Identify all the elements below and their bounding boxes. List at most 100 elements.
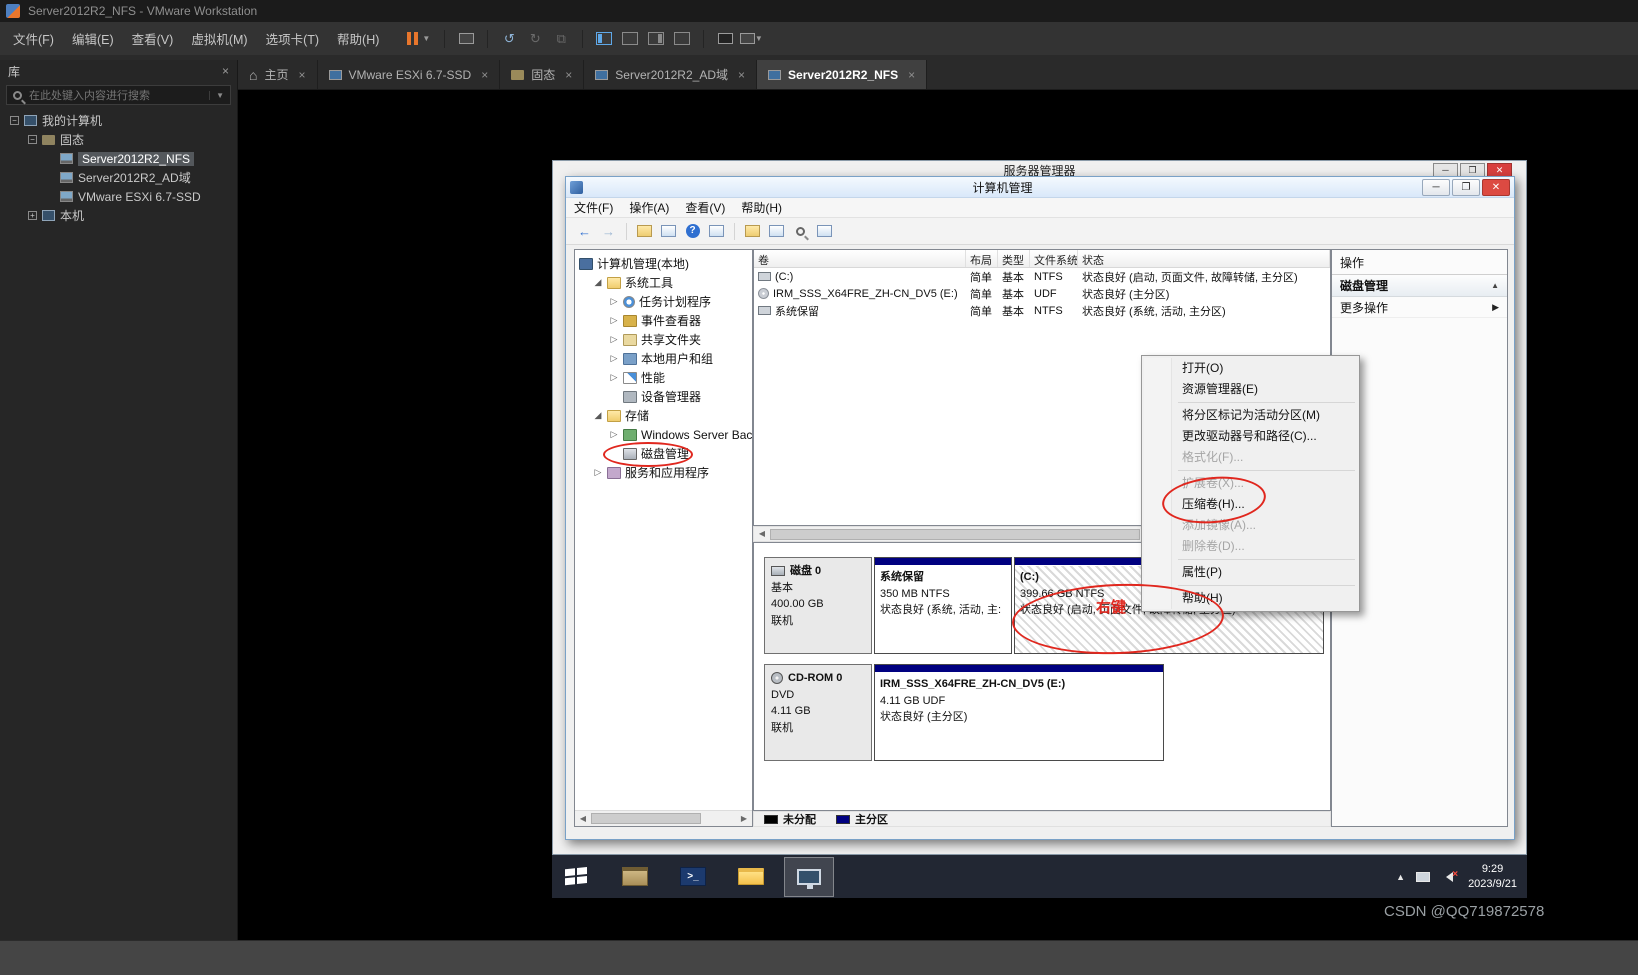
library-search-input[interactable]: 在此处键入内容进行搜索 ▼ (6, 85, 231, 105)
search-dropdown-icon[interactable]: ▼ (209, 90, 224, 100)
partition-system-reserved[interactable]: 系统保留 350 MB NTFS 状态良好 (系统, 活动, 主: (874, 557, 1012, 654)
expander-icon[interactable]: ▷ (609, 334, 619, 345)
cm-titlebar[interactable]: 计算机管理 ─ ❐ ✕ (566, 177, 1514, 198)
expander-icon[interactable]: ▷ (609, 429, 619, 440)
unity-mode-button[interactable] (713, 28, 737, 50)
refresh-icon[interactable] (742, 221, 763, 241)
close-tab-icon[interactable]: × (298, 68, 305, 82)
menu-item-open[interactable]: 打开(O) (1144, 358, 1357, 379)
tab-vmware-esxi[interactable]: VMware ESXi 6.7-SSD × (318, 60, 501, 89)
volume-muted-icon[interactable]: × (1441, 869, 1458, 883)
volume-list-header[interactable]: 卷 布局 类型 文件系统 状态 (754, 250, 1330, 268)
tree-item-gutai[interactable]: − 固态 (0, 130, 237, 149)
expander-icon[interactable]: ▷ (609, 296, 619, 307)
collapse-icon[interactable]: − (10, 116, 19, 125)
settings-icon[interactable] (814, 221, 835, 241)
cm-tree-shared-folders[interactable]: ▷ 共享文件夹 (575, 330, 752, 349)
minimize-button[interactable]: ─ (1433, 163, 1458, 177)
computer-management-icon[interactable] (570, 180, 583, 194)
menu-item-change-drive-letter[interactable]: 更改驱动器号和路径(C)... (1144, 426, 1357, 447)
menu-item-properties[interactable]: 属性(P) (1144, 562, 1357, 583)
scrollbar-thumb[interactable] (770, 528, 1140, 540)
disk-properties-icon[interactable] (766, 221, 787, 241)
cm-tree-performance[interactable]: ▷ 性能 (575, 368, 752, 387)
menu-item-shrink-volume[interactable]: 压缩卷(H)... (1144, 494, 1357, 515)
tree-item-server2012r2-ad[interactable]: Server2012R2_AD域 (0, 168, 237, 187)
more-actions-item[interactable]: 更多操作 ▶ (1332, 297, 1507, 318)
column-header-type[interactable]: 类型 (998, 250, 1030, 267)
revert-snapshot-button[interactable]: ↻ (523, 28, 547, 50)
close-button[interactable]: ✕ (1482, 178, 1510, 196)
menu-tabs[interactable]: 选项卡(T) (257, 25, 328, 52)
close-button[interactable]: ✕ (1487, 163, 1512, 177)
tree-item-local-host[interactable]: + 本机 (0, 206, 237, 225)
taskbar-computer-management[interactable] (784, 856, 834, 897)
cm-tree-storage[interactable]: ◢ 存储 (575, 406, 752, 425)
tab-server2012r2-ad[interactable]: Server2012R2_AD域 × (584, 60, 758, 89)
close-tab-icon[interactable]: × (565, 68, 572, 82)
cdrom-0-label[interactable]: CD-ROM 0 DVD 4.11 GB 联机 (764, 664, 872, 761)
display-settings-button[interactable]: ▼ (739, 28, 763, 50)
back-arrow-icon[interactable]: ← (574, 221, 595, 241)
export-list-icon[interactable] (658, 221, 679, 241)
taskbar-file-explorer[interactable] (726, 857, 776, 897)
column-header-layout[interactable]: 布局 (966, 250, 998, 267)
minimize-button[interactable]: ─ (1422, 178, 1450, 196)
collapse-icon[interactable]: − (28, 135, 37, 144)
cm-tree-root[interactable]: 计算机管理(本地) (575, 254, 752, 273)
disk-0-label[interactable]: 磁盘 0 基本 400.00 GB 联机 (764, 557, 872, 654)
menu-file[interactable]: 文件(F) (4, 25, 63, 52)
collapse-section-icon[interactable]: ▲ (1491, 281, 1499, 290)
cm-menu-action[interactable]: 操作(A) (621, 199, 677, 216)
scroll-left-icon[interactable]: ◀ (754, 527, 770, 541)
menu-item-explorer[interactable]: 资源管理器(E) (1144, 379, 1357, 400)
menu-vm[interactable]: 虚拟机(M) (182, 25, 256, 52)
partition-dvd-e-drive[interactable]: IRM_SSS_X64FRE_ZH-CN_DV5 (E:) 4.11 GB UD… (874, 664, 1164, 761)
network-icon[interactable] (1416, 871, 1431, 882)
manage-snapshots-button[interactable]: ⧉ (549, 28, 573, 50)
scrollbar-thumb[interactable] (591, 813, 701, 824)
taskbar-clock[interactable]: 9:29 2023/9/21 (1468, 862, 1517, 892)
column-header-volume[interactable]: 卷 (754, 250, 966, 267)
help-icon[interactable]: ? (682, 221, 703, 241)
column-header-status[interactable]: 状态 (1078, 250, 1330, 267)
menu-item-mark-active-partition[interactable]: 将分区标记为活动分区(M) (1144, 405, 1357, 426)
search-icon[interactable] (790, 221, 811, 241)
expander-icon[interactable]: ▷ (609, 353, 619, 364)
show-action-pane-icon[interactable] (706, 221, 727, 241)
taskbar-powershell[interactable]: >_ (668, 857, 718, 897)
restore-button[interactable]: ❐ (1460, 163, 1485, 177)
tab-server2012r2-nfs[interactable]: Server2012R2_NFS × (757, 60, 928, 89)
tree-item-vmware-esxi[interactable]: VMware ESXi 6.7-SSD (0, 187, 237, 206)
console-view-toggle[interactable] (644, 28, 668, 50)
taskbar-server-manager[interactable] (610, 857, 660, 897)
expander-icon[interactable]: ◢ (593, 410, 603, 421)
close-library-icon[interactable]: × (222, 64, 229, 78)
scroll-left-icon[interactable]: ◀ (575, 812, 591, 826)
fullscreen-button[interactable] (670, 28, 694, 50)
expander-icon[interactable]: ▷ (609, 315, 619, 326)
table-row[interactable]: 系统保留 简单 基本 NTFS 状态良好 (系统, 活动, 主分区) (754, 302, 1330, 319)
menu-help[interactable]: 帮助(H) (328, 25, 388, 52)
start-button[interactable] (552, 855, 602, 898)
cm-menu-view[interactable]: 查看(V) (677, 199, 733, 216)
menu-edit[interactable]: 编辑(E) (63, 25, 123, 52)
table-row[interactable]: (C:) 简单 基本 NTFS 状态良好 (启动, 页面文件, 故障转储, 主分… (754, 268, 1330, 285)
cm-tree-device-manager[interactable]: 设备管理器 (575, 387, 752, 406)
cm-menu-help[interactable]: 帮助(H) (733, 199, 790, 216)
cm-menu-file[interactable]: 文件(F) (566, 199, 621, 216)
column-header-filesystem[interactable]: 文件系统 (1030, 250, 1078, 267)
send-ctrl-alt-del-button[interactable] (454, 28, 478, 50)
cm-tree-event-viewer[interactable]: ▷ 事件查看器 (575, 311, 752, 330)
expander-icon[interactable]: ◢ (593, 277, 603, 288)
close-tab-icon[interactable]: × (908, 68, 915, 82)
tab-gutai[interactable]: 固态 × (500, 60, 585, 89)
cm-tree-system-tools[interactable]: ◢ 系统工具 (575, 273, 752, 292)
tab-home[interactable]: ⌂ 主页 × (238, 60, 318, 89)
show-hidden-icons-icon[interactable]: ▲ (1396, 872, 1405, 882)
pause-vm-button[interactable]: ▼ (402, 30, 435, 47)
cm-tree-windows-server-backup[interactable]: ▷ Windows Server Back (575, 425, 752, 444)
menu-item-help[interactable]: 帮助(H) (1144, 588, 1357, 609)
show-console-tree-icon[interactable] (634, 221, 655, 241)
show-thumbnail-bar-toggle[interactable] (618, 28, 642, 50)
